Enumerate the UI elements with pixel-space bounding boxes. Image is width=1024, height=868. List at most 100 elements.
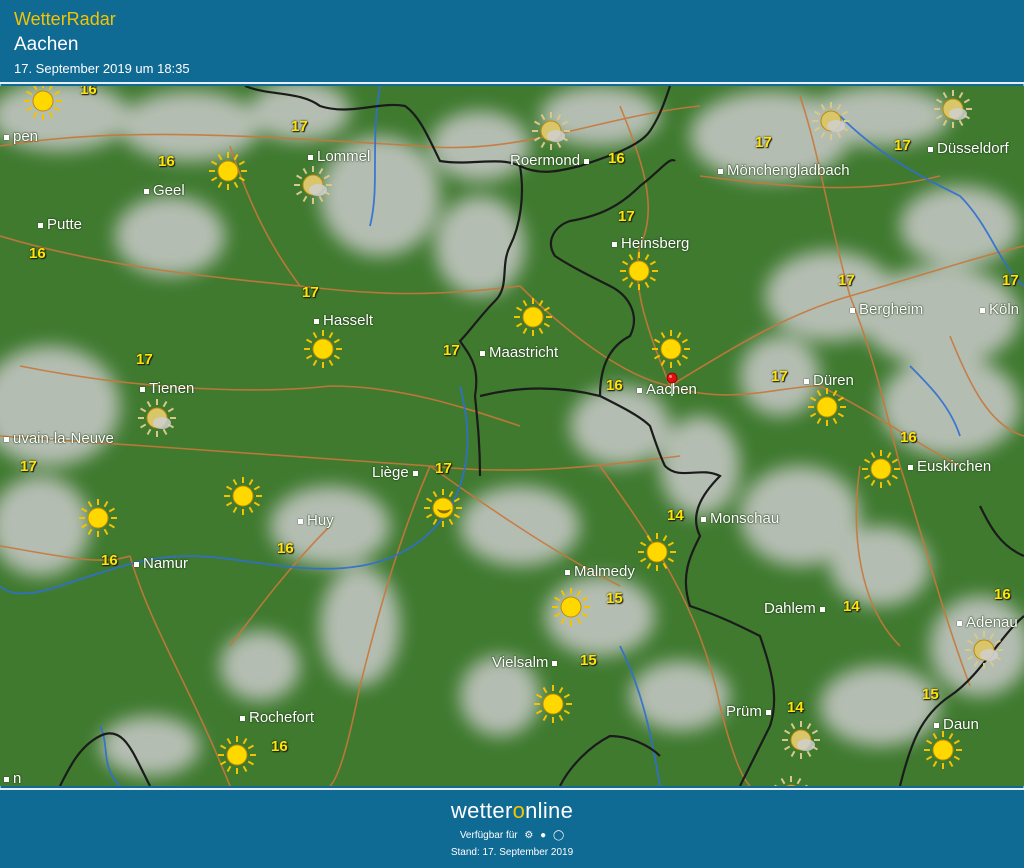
place-name: Hasselt — [323, 312, 374, 329]
brand-logo[interactable]: wetteronline — [0, 798, 1024, 824]
place-label-n[interactable]: n — [0, 770, 21, 786]
sunny-icon — [922, 729, 964, 771]
temperature-value: 16 — [80, 86, 97, 98]
place-label-tienen[interactable]: Tienen — [136, 380, 194, 397]
place-label-putte[interactable]: Putte — [34, 216, 82, 233]
city-marker — [565, 569, 570, 575]
city-marker — [552, 660, 558, 666]
sunny-icon — [207, 150, 249, 192]
place-label-liege[interactable]: Liège — [372, 464, 422, 481]
sunny-icon — [216, 734, 258, 776]
place-name: Roermond — [510, 152, 581, 169]
availability-label: Verfügbar für — [459, 830, 518, 841]
city-marker — [908, 464, 913, 470]
sunny-icon — [618, 250, 660, 292]
city-marker — [980, 307, 985, 313]
place-label-monschau[interactable]: Monschau — [697, 510, 779, 527]
temperature-value: 14 — [667, 507, 684, 524]
temperature-value: 17 — [20, 458, 37, 475]
place-name: Euskirchen — [917, 458, 992, 475]
temperature-value: 17 — [291, 118, 308, 135]
place-name: Huy — [307, 512, 334, 529]
place-label-pruem[interactable]: Prüm — [726, 703, 775, 720]
app-header: WetterRadar Aachen 17. September 2019 um… — [0, 0, 1024, 84]
place-label-euskirchen[interactable]: Euskirchen — [904, 458, 991, 475]
temperature-value: 14 — [787, 699, 804, 716]
city-marker — [4, 776, 9, 782]
sunny-icon — [636, 531, 678, 573]
temperature-value: 16 — [271, 738, 288, 755]
city-marker — [314, 318, 319, 324]
place-label-huy[interactable]: Huy — [294, 512, 334, 529]
place-name: Mönchengladbach — [727, 162, 850, 179]
city-marker — [584, 158, 590, 164]
place-label-geel[interactable]: Geel — [140, 182, 185, 199]
brand-accent: o — [512, 798, 526, 823]
place-label-maastricht[interactable]: Maastricht — [476, 344, 558, 361]
city-marker — [701, 516, 706, 522]
place-label-malmedy[interactable]: Malmedy — [561, 563, 635, 580]
place-label-aachen[interactable]: Aachen — [633, 381, 697, 398]
city-marker — [4, 134, 9, 140]
place-name: Geel — [153, 182, 185, 199]
place-label-bergheim[interactable]: Bergheim — [846, 301, 923, 318]
location-title: Aachen — [14, 34, 79, 55]
place-name: Monschau — [710, 510, 780, 527]
place-name: Tienen — [149, 380, 195, 397]
place-label-namur[interactable]: Namur — [130, 555, 188, 572]
temperature-value: 17 — [136, 351, 153, 368]
brand-part: nline — [525, 798, 574, 823]
sunny-icon — [650, 328, 692, 370]
temperature-value: 17 — [435, 460, 452, 477]
place-label-roermond[interactable]: Roermond — [510, 152, 593, 169]
place-label-uvain-la-neuve[interactable]: uvain-la-Neuve — [0, 430, 114, 447]
sunny-icon — [512, 296, 554, 338]
temperature-value: 17 — [443, 342, 460, 359]
place-label-lommel[interactable]: Lommel — [304, 148, 370, 165]
place-label-vielsalm[interactable]: Vielsalm — [492, 654, 561, 671]
place-label-duesseldorf[interactable]: Düsseldorf — [924, 140, 1009, 157]
as-of-date: Stand: 17. September 2019 — [450, 847, 574, 858]
partly-cloudy-icon — [810, 100, 852, 142]
temperature-value: 16 — [900, 429, 917, 446]
city-marker — [298, 518, 303, 524]
partly-cloudy-icon — [770, 774, 812, 786]
temperature-value: 15 — [922, 686, 939, 703]
brand-part: wetter — [450, 798, 513, 823]
place-label-pen[interactable]: pen — [0, 128, 38, 145]
temperature-value: 17 — [618, 208, 635, 225]
weather-radar-map[interactable]: pen Lommel Geel Putte Hasselt Tienen uvain-la-… — [0, 86, 1024, 786]
place-name: Aachen — [646, 381, 697, 398]
place-label-dahlem[interactable]: Dahlem — [764, 600, 829, 617]
app-title: WetterRadar — [14, 9, 116, 29]
sunny-icon — [806, 386, 848, 428]
place-name: Malmedy — [574, 563, 635, 580]
apple-icon[interactable]: ● — [540, 830, 546, 841]
partly-cloudy-icon — [530, 110, 572, 152]
city-marker — [819, 606, 825, 612]
web-icon[interactable]: ◯ — [553, 830, 564, 841]
city-marker — [38, 222, 43, 228]
temperature-value: 17 — [755, 134, 772, 151]
city-marker — [850, 307, 855, 313]
app-footer: wetteronline Verfügbar für ⚙ ● ◯ Stand: … — [0, 788, 1024, 868]
temperature-value: 17 — [894, 137, 911, 154]
place-label-moenchengladbach[interactable]: Mönchengladbach — [714, 162, 850, 179]
partly-cloudy-icon — [963, 629, 1005, 671]
partly-cloudy-icon — [136, 397, 178, 439]
place-name: Köln — [989, 301, 1020, 318]
sunny-icon — [22, 86, 64, 122]
place-name: Düsseldorf — [937, 140, 1009, 157]
city-marker — [308, 154, 313, 160]
city-marker — [412, 470, 418, 476]
city-marker — [765, 709, 771, 715]
android-icon[interactable]: ⚙ — [524, 830, 533, 841]
place-name: Bergheim — [859, 301, 924, 318]
place-name: uvain-la-Neuve — [13, 430, 114, 447]
place-label-koeln[interactable]: Köln — [976, 301, 1019, 318]
place-label-rochefort[interactable]: Rochefort — [236, 709, 314, 726]
place-name: Putte — [47, 216, 83, 233]
temperature-value: 17 — [302, 284, 319, 301]
place-label-hasselt[interactable]: Hasselt — [310, 312, 373, 329]
temperature-value: 17 — [838, 272, 855, 289]
